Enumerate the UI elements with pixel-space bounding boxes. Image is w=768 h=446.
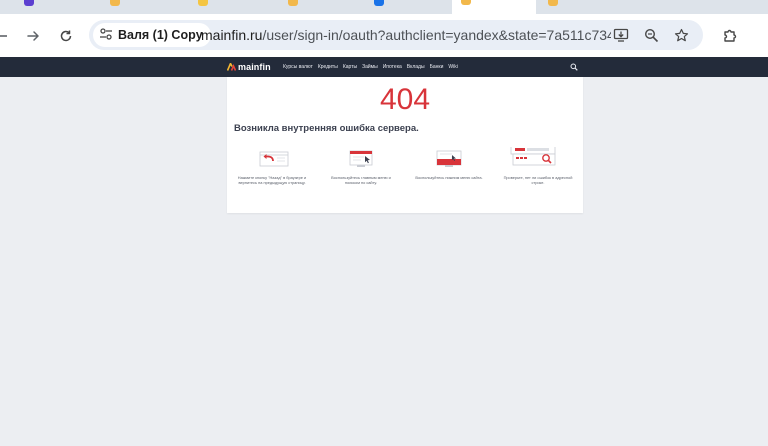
error-title: Возникла внутренняя ошибка сервера. [234, 123, 419, 134]
logo-text: mainfin [238, 62, 271, 72]
tab-active[interactable] [452, 0, 536, 14]
tab-favicon-icon [548, 0, 558, 6]
nav-item-currency[interactable]: Курсы валют [283, 64, 313, 70]
tip-main-menu: Воспользуйтесь главным меню и поиском по… [324, 147, 398, 185]
main-menu-icon [324, 147, 398, 171]
profile-chip-label: Валя (1) Copy [118, 28, 203, 42]
tab-favicon-icon [110, 0, 120, 6]
tab-favicon-icon [24, 0, 34, 6]
nav-item-deposits[interactable]: Вклады [407, 64, 425, 70]
back-icon[interactable] [0, 14, 10, 57]
site-header: mainfin Курсы валют Кредиты Карты Займы … [0, 57, 768, 77]
nav-item-loans[interactable]: Займы [362, 64, 378, 70]
tip-address-bar: Проверьте, нет ли ошибок в адресной стро… [501, 143, 575, 185]
bottom-menu-icon [412, 147, 486, 171]
address-search-icon [501, 143, 575, 171]
tab[interactable] [372, 0, 432, 10]
tune-icon [99, 26, 113, 45]
address-bar[interactable]: Валя (1) Copy mainfin.ru/user/sign-in/oa… [89, 20, 703, 50]
nav-item-cards[interactable]: Карты [343, 64, 357, 70]
extensions-puzzle-icon[interactable] [716, 14, 744, 57]
nav-item-banks[interactable]: Банки [430, 64, 444, 70]
nav-item-mortgage[interactable]: Ипотека [383, 64, 402, 70]
error-code: 404 [379, 83, 431, 116]
error-tips: Нажмите кнопку "Назад" в браузере и верн… [227, 143, 583, 207]
install-app-icon[interactable] [611, 20, 631, 50]
tip-back-text: Нажмите кнопку "Назад" в браузере и верн… [237, 175, 307, 185]
tab[interactable] [108, 0, 168, 10]
url-text[interactable]: mainfin.ru/user/sign-in/oauth?authclient… [201, 20, 611, 50]
reload-icon[interactable] [55, 14, 77, 57]
browser-toolbar: Валя (1) Copy mainfin.ru/user/sign-in/oa… [0, 14, 768, 57]
tip-bottom-menu-text: Воспользуйтесь нижним меню сайта. [415, 175, 483, 180]
tab[interactable] [196, 0, 256, 10]
tab-strip [0, 0, 768, 14]
site-nav: Курсы валют Кредиты Карты Займы Ипотека … [283, 57, 458, 77]
forward-icon[interactable] [22, 14, 44, 57]
back-arrow-icon [235, 147, 309, 171]
tab[interactable] [22, 0, 82, 10]
nav-item-credits[interactable]: Кредиты [318, 64, 338, 70]
tab-favicon-icon [461, 0, 471, 5]
error-card: 404 Возникла внутренняя ошибка сервера. … [227, 77, 583, 213]
logo-mark-icon [227, 63, 236, 71]
tip-bottom-menu: Воспользуйтесь нижним меню сайта. [412, 147, 486, 180]
tip-main-menu-text: Воспользуйтесь главным меню и поиском по… [331, 175, 391, 185]
bookmark-star-icon[interactable] [671, 20, 691, 50]
tip-address-bar-text: Проверьте, нет ли ошибок в адресной стро… [503, 175, 573, 185]
site-logo[interactable]: mainfin [227, 57, 271, 77]
site-info-chip[interactable]: Валя (1) Copy [93, 23, 211, 47]
zoom-icon[interactable] [641, 20, 661, 50]
url-host: mainfin.ru [201, 27, 263, 43]
url-path: /user/sign-in/oauth?authclient=yandex&st… [262, 27, 611, 43]
tip-back: Нажмите кнопку "Назад" в браузере и верн… [235, 147, 309, 185]
tab-favicon-icon [374, 0, 384, 6]
tab-favicon-icon [288, 0, 298, 6]
tab[interactable] [286, 0, 346, 10]
nav-item-wiki[interactable]: Wiki [448, 64, 457, 70]
tab[interactable] [546, 0, 606, 10]
tab-favicon-icon [198, 0, 208, 6]
site-search-icon[interactable] [568, 57, 580, 77]
